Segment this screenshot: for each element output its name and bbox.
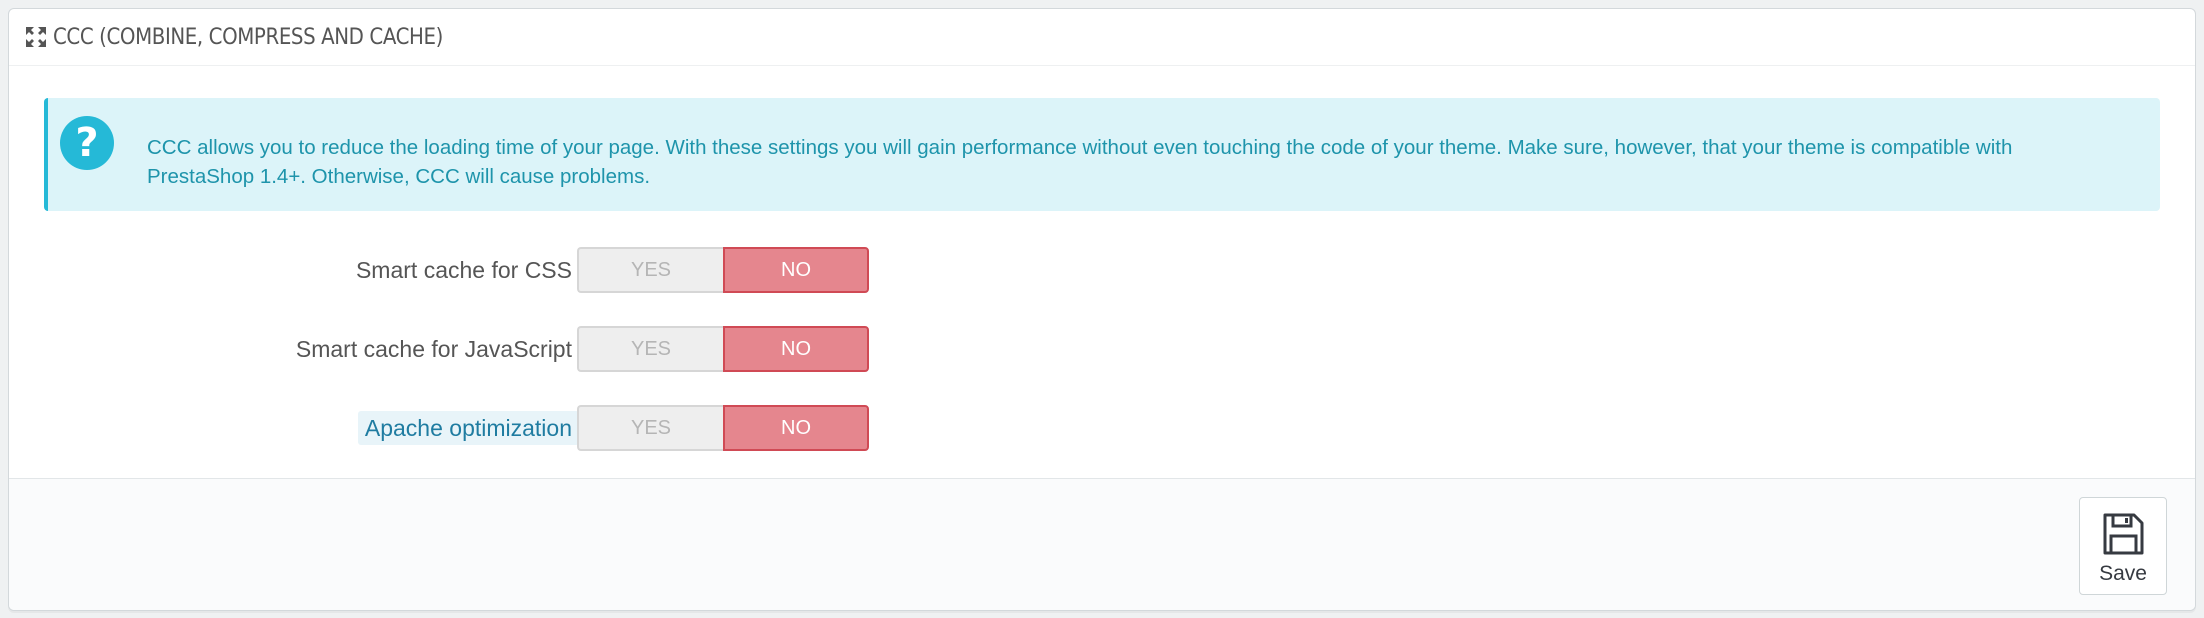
smart-cache-js-yes-option[interactable]: YES — [577, 326, 723, 372]
panel-heading: CCC (COMBINE, COMPRESS AND CACHE) — [9, 9, 2195, 66]
smart-cache-js-no-option[interactable]: NO — [723, 326, 869, 372]
smart-cache-css-yes-option[interactable]: YES — [577, 247, 723, 293]
save-button[interactable]: Save — [2079, 497, 2167, 595]
panel-footer: Save — [9, 478, 2195, 610]
setting-row-apache-optimization: Apache optimization YES NO — [9, 405, 909, 451]
smart-cache-css-no-option[interactable]: NO — [723, 247, 869, 293]
apache-optimization-yes-option[interactable]: YES — [577, 405, 723, 451]
setting-label-smart-cache-css: Smart cache for CSS — [355, 257, 572, 283]
ccc-panel: CCC (COMBINE, COMPRESS AND CACHE) ? CCC … — [8, 8, 2196, 611]
setting-row-smart-cache-js: Smart cache for JavaScript YES NO — [9, 326, 909, 372]
setting-row-smart-cache-css: Smart cache for CSS YES NO — [9, 247, 909, 293]
question-circle-icon: ? — [60, 116, 114, 170]
panel-title: CCC (COMBINE, COMPRESS AND CACHE) — [53, 24, 443, 50]
expand-arrows-icon — [23, 24, 49, 50]
floppy-disk-icon — [2103, 513, 2144, 555]
smart-cache-js-switch[interactable]: YES NO — [577, 326, 873, 372]
info-alert-text: CCC allows you to reduce the loading tim… — [147, 136, 2013, 188]
save-button-label: Save — [2099, 562, 2147, 585]
setting-label-smart-cache-js: Smart cache for JavaScript — [295, 336, 572, 362]
smart-cache-css-switch[interactable]: YES NO — [577, 247, 873, 293]
setting-label-apache-optimization[interactable]: Apache optimization — [357, 411, 579, 445]
apache-optimization-no-option[interactable]: NO — [723, 405, 869, 451]
info-alert: ? CCC allows you to reduce the loading t… — [44, 98, 2160, 211]
apache-optimization-switch[interactable]: YES NO — [577, 405, 873, 451]
